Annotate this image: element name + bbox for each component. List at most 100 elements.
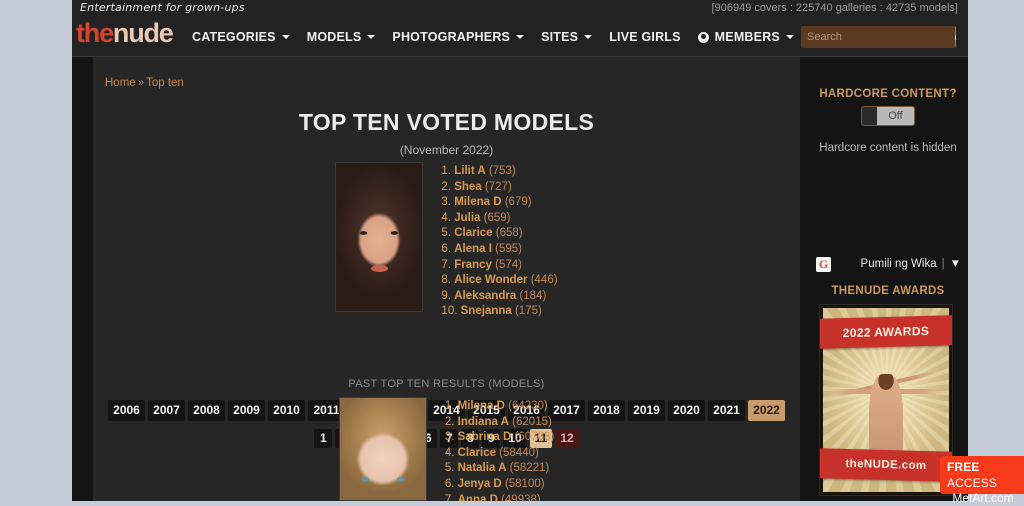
logo-the: the [76,18,114,48]
rank-number: 8. [441,274,452,287]
vote-count: (679) [504,196,532,209]
rank-number: 4. [444,446,455,459]
nav-item-categories[interactable]: CATEGORIES [192,30,290,44]
model-name[interactable]: Lilit A [454,165,486,177]
chevron-down-icon [516,35,525,39]
site-stats: [906949 covers : 225740 galleries : 4273… [711,2,958,14]
vote-count: (659) [483,211,511,224]
rank-number: 1. [441,165,452,177]
list-item[interactable]: 1. Lilit A (753) [441,164,557,180]
model-name[interactable]: Anna D [458,494,498,501]
nav-item-models[interactable]: MODELS [307,30,376,44]
vote-count: (64230) [508,400,548,412]
model-name[interactable]: Francy [454,259,492,271]
nav-label-models: MODELS [306,30,362,44]
list-item[interactable]: 3. Milena D (679) [441,195,557,211]
google-translate-widget: G Pumili ng Wika | ▼ [816,255,961,273]
nav-label-members: MEMBERS [714,30,780,44]
ad-badge-line1: FREE ACCESS [947,459,1019,491]
nav-label-categories: CATEGORIES [192,30,276,44]
model-name[interactable]: Milena D [458,400,505,412]
model-name[interactable]: Sabrina D [458,431,512,443]
site-tagline: Entertainment for grown-ups [80,1,245,14]
vote-count: (446) [530,274,558,287]
search-box [801,26,956,48]
list-item[interactable]: 4. Clarice (58440) [445,446,554,462]
chevron-down-icon [584,35,593,39]
vote-count: (49938) [501,493,541,501]
rank-number: 4. [441,211,452,224]
list-item[interactable]: 10. Snejanna (175) [441,304,557,320]
breadcrumb-home[interactable]: Home [105,77,136,89]
model-name[interactable]: Snejanna [461,305,512,317]
rank-number: 3. [444,431,455,444]
chevron-down-icon [281,35,290,39]
awards-poster-art: 2022 AWARDS theNUDE.com [820,308,952,492]
vote-count: (595) [495,242,522,255]
model-name[interactable]: Indiana A [458,416,509,428]
topten-current-list: 1. Lilit A (753) 2. Shea (727) 3. Milena… [441,162,557,320]
rank-number: 5. [444,462,455,475]
model-name[interactable]: Alena I [454,243,492,255]
list-item[interactable]: 1. Milena D (64230) [445,399,554,415]
toggle-knob [862,107,877,125]
model-name[interactable]: Shea [454,181,482,193]
vote-count: (658) [495,227,523,240]
rank-number: 1. [444,400,455,412]
nav-item-sites[interactable]: SITES [541,30,593,44]
vote-count: (727) [484,180,512,193]
list-item[interactable]: 6. Jenya D (58100) [445,477,554,493]
rank-number: 2. [444,415,455,428]
site-page: Entertainment for grown-ups [906949 cove… [72,0,968,501]
vote-count: (58100) [504,477,545,490]
language-select[interactable]: Pumili ng Wika | ▼ [837,258,961,270]
model-name[interactable]: Aleksandra [454,290,516,302]
model-name[interactable]: Julia [454,212,480,224]
list-item[interactable]: 5. Clarice (658) [441,226,557,242]
list-item[interactable]: 8. Alice Wonder (446) [441,273,557,289]
breadcrumb-current[interactable]: Top ten [146,77,184,89]
list-item[interactable]: 9. Aleksandra (184) [441,289,557,305]
model-name[interactable]: Natalia A [458,462,507,474]
list-item[interactable]: 7. Anna D (49938) [445,493,554,501]
chevron-down-icon [785,35,794,39]
model-name[interactable]: Clarice [458,447,496,459]
model-thumbnail-current[interactable] [335,162,424,312]
search-input[interactable] [801,26,955,48]
rank-number: 6. [441,242,452,255]
awards-poster[interactable]: 2022 AWARDS theNUDE.com [819,304,953,496]
list-item[interactable]: 7. Francy (574) [441,258,557,274]
model-name[interactable]: Clarice [454,227,492,239]
site-logo[interactable]: thenude [76,18,174,48]
vote-count: (574) [495,258,522,271]
nav-item-members[interactable]: MEMBERS [697,30,794,44]
model-thumbnail-past[interactable] [338,397,427,501]
vote-count: (62015) [512,415,552,428]
awards-ribbon-top: 2022 AWARDS [820,315,952,349]
nav-item-live-girls[interactable]: LIVE GIRLS [609,30,680,44]
rank-number: 10. [441,305,458,318]
list-item[interactable]: 5. Natalia A (58221) [445,461,554,477]
nav-label-sites: SITES [541,30,579,44]
vote-count: (753) [488,165,516,177]
list-item[interactable]: 2. Shea (727) [441,180,557,196]
list-item[interactable]: 3. Sabrina D (60708) [445,430,554,446]
search-button[interactable] [955,26,956,48]
vote-count: (58440) [499,446,539,459]
hardcore-content-toggle[interactable]: Off [861,106,915,126]
list-item[interactable]: 2. Indiana A (62015) [445,415,554,431]
topten-past-block: 1. Milena D (64230) 2. Indiana A (62015)… [93,397,800,501]
topten-current-block: 1. Lilit A (753) 2. Shea (727) 3. Milena… [93,162,800,320]
rank-number: 2. [441,180,452,193]
model-name[interactable]: Milena D [454,196,501,208]
ad-badge-free: FREE [947,460,980,474]
model-name[interactable]: Jenya D [458,478,502,490]
nav-item-photographers[interactable]: PHOTOGRAPHERS [392,30,525,44]
list-item[interactable]: 4. Julia (659) [441,211,557,227]
list-item[interactable]: 6. Alena I (595) [441,242,557,258]
breadcrumb-separator: » [137,77,145,89]
main-navigation: CATEGORIES MODELS PHOTOGRAPHERS SITES LI… [192,30,794,44]
model-name[interactable]: Alice Wonder [454,274,527,286]
rank-number: 9. [441,289,452,302]
free-access-ad-badge[interactable]: FREE ACCESS MetArt.com [940,456,1024,505]
